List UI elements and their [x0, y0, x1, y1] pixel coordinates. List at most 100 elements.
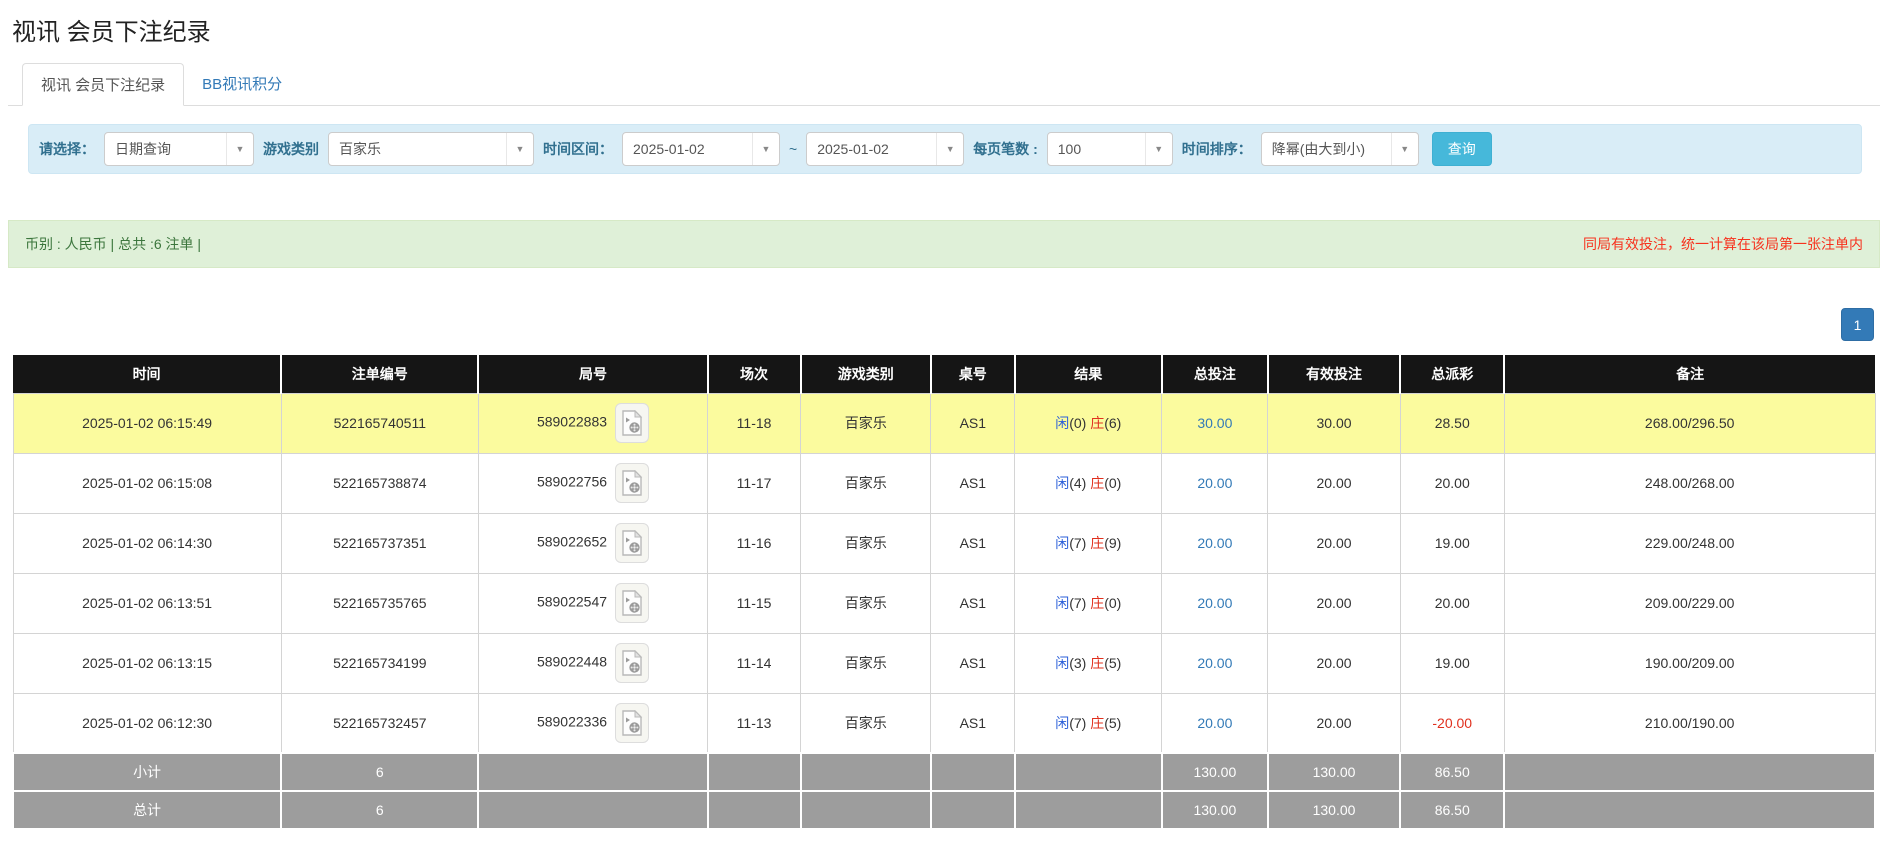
subtotal-row: 小计6130.00130.0086.50 — [13, 753, 1875, 791]
chevron-down-icon: ▼ — [1391, 133, 1418, 165]
cell-total-bet: 20.00 — [1162, 633, 1268, 693]
cell-table-no: AS1 — [931, 453, 1015, 513]
video-replay-button[interactable] — [615, 583, 649, 623]
round-id: 589022652 — [537, 534, 607, 550]
time-range-label: 时间区间： — [543, 139, 613, 159]
tab-video-bet-records[interactable]: 视讯 会员下注纪录 — [22, 63, 184, 106]
cell-game-type: 百家乐 — [801, 693, 931, 753]
cell-table-no: AS1 — [931, 393, 1015, 453]
footer-cell-2 — [478, 791, 707, 829]
query-type-select[interactable]: 日期查询 ▼ — [104, 132, 254, 166]
column-header-1: 注单编号 — [281, 355, 478, 393]
footer-cell-2 — [478, 753, 707, 791]
cell-table-no: AS1 — [931, 633, 1015, 693]
cell-session: 11-16 — [708, 513, 801, 573]
cell-table-no: AS1 — [931, 573, 1015, 633]
chevron-down-icon: ▼ — [752, 133, 779, 165]
cell-game-type: 百家乐 — [801, 573, 931, 633]
cell-remark: 268.00/296.50 — [1504, 393, 1875, 453]
footer-cell-9: 86.50 — [1400, 791, 1504, 829]
total-bet-link[interactable]: 30.00 — [1197, 415, 1232, 431]
footer-cell-7: 130.00 — [1162, 791, 1268, 829]
summary-bar: 币别 : 人民币 | 总共 :6 注单 | 同局有效投注，统一计算在该局第一张注… — [8, 220, 1880, 268]
date-range-separator: ~ — [789, 141, 797, 157]
total-bet-link[interactable]: 20.00 — [1197, 535, 1232, 551]
cell-round-id: 589022652 — [478, 513, 707, 573]
cell-session: 11-13 — [708, 693, 801, 753]
column-header-2: 局号 — [478, 355, 707, 393]
date-to-select[interactable]: 2025-01-02 ▼ — [806, 132, 964, 166]
cell-valid-bet: 20.00 — [1268, 573, 1400, 633]
table-header-row: 时间注单编号局号场次游戏类别桌号结果总投注有效投注总派彩备注 — [13, 355, 1875, 393]
video-replay-button[interactable] — [615, 463, 649, 503]
page-size-select[interactable]: 100 ▼ — [1047, 132, 1173, 166]
table-row: 2025-01-02 06:12:30522165732457589022336… — [13, 693, 1875, 753]
currency-summary: 币别 : 人民币 | 总共 :6 注单 | — [25, 234, 201, 254]
footer-cell-8: 130.00 — [1268, 753, 1400, 791]
chevron-down-icon: ▼ — [1145, 133, 1172, 165]
date-from-select[interactable]: 2025-01-02 ▼ — [622, 132, 780, 166]
cell-valid-bet: 20.00 — [1268, 633, 1400, 693]
cell-remark: 229.00/248.00 — [1504, 513, 1875, 573]
cell-bet-id: 522165738874 — [281, 453, 478, 513]
cell-valid-bet: 20.00 — [1268, 513, 1400, 573]
footer-cell-1: 6 — [281, 791, 478, 829]
cell-payout: -20.00 — [1400, 693, 1504, 753]
cell-session: 11-14 — [708, 633, 801, 693]
cell-result: 闲(3) 庄(5) — [1015, 633, 1162, 693]
video-replay-button[interactable] — [615, 703, 649, 743]
player-result-label: 闲 — [1055, 535, 1069, 551]
footer-cell-9: 86.50 — [1400, 753, 1504, 791]
table-row: 2025-01-02 06:13:51522165735765589022547… — [13, 573, 1875, 633]
date-to-value: 2025-01-02 — [817, 141, 889, 157]
cell-session: 11-17 — [708, 453, 801, 513]
cell-session: 11-18 — [708, 393, 801, 453]
footer-cell-8: 130.00 — [1268, 791, 1400, 829]
column-header-4: 游戏类别 — [801, 355, 931, 393]
total-bet-link[interactable]: 20.00 — [1197, 475, 1232, 491]
round-id: 589022883 — [537, 414, 607, 430]
total-bet-link[interactable]: 20.00 — [1197, 655, 1232, 671]
cell-bet-id: 522165740511 — [281, 393, 478, 453]
tab-bb-video-points[interactable]: BB视讯积分 — [184, 63, 300, 106]
bet-records-table: 时间注单编号局号场次游戏类别桌号结果总投注有效投注总派彩备注 2025-01-0… — [12, 355, 1876, 830]
footer-cell-4 — [801, 791, 931, 829]
total-bet-link[interactable]: 20.00 — [1197, 595, 1232, 611]
column-header-7: 总投注 — [1162, 355, 1268, 393]
page-title: 视讯 会员下注纪录 — [12, 12, 1880, 47]
banker-result-label: 庄 — [1090, 655, 1104, 671]
page-size-value: 100 — [1058, 141, 1081, 157]
cell-round-id: 589022336 — [478, 693, 707, 753]
cell-round-id: 589022756 — [478, 453, 707, 513]
video-file-icon — [621, 590, 643, 616]
video-replay-button[interactable] — [615, 403, 649, 443]
banker-result-label: 庄 — [1090, 715, 1104, 731]
query-type-value: 日期查询 — [115, 139, 171, 159]
cell-time: 2025-01-02 06:13:15 — [13, 633, 281, 693]
video-replay-button[interactable] — [615, 643, 649, 683]
game-type-select[interactable]: 百家乐 ▼ — [328, 132, 534, 166]
player-result-label: 闲 — [1055, 415, 1069, 431]
footer-cell-4 — [801, 753, 931, 791]
round-id: 589022448 — [537, 654, 607, 670]
page-1-button[interactable]: 1 — [1841, 308, 1874, 341]
video-replay-button[interactable] — [615, 523, 649, 563]
footer-cell-6 — [1015, 791, 1162, 829]
cell-time: 2025-01-02 06:13:51 — [13, 573, 281, 633]
cell-total-bet: 20.00 — [1162, 513, 1268, 573]
total-bet-link[interactable]: 20.00 — [1197, 715, 1232, 731]
footer-cell-0: 总计 — [13, 791, 281, 829]
game-type-value: 百家乐 — [339, 139, 381, 159]
valid-bet-notice: 同局有效投注，统一计算在该局第一张注单内 — [1583, 234, 1863, 254]
round-id: 589022336 — [537, 713, 607, 729]
video-file-icon — [621, 710, 643, 736]
video-file-icon — [621, 530, 643, 556]
cell-result: 闲(4) 庄(0) — [1015, 453, 1162, 513]
search-button[interactable]: 查询 — [1432, 132, 1492, 166]
cell-payout: 19.00 — [1400, 633, 1504, 693]
query-type-label: 请选择： — [39, 139, 95, 159]
time-sort-select[interactable]: 降幂(由大到小) ▼ — [1261, 132, 1419, 166]
cell-bet-id: 522165732457 — [281, 693, 478, 753]
footer-cell-7: 130.00 — [1162, 753, 1268, 791]
cell-bet-id: 522165735765 — [281, 573, 478, 633]
